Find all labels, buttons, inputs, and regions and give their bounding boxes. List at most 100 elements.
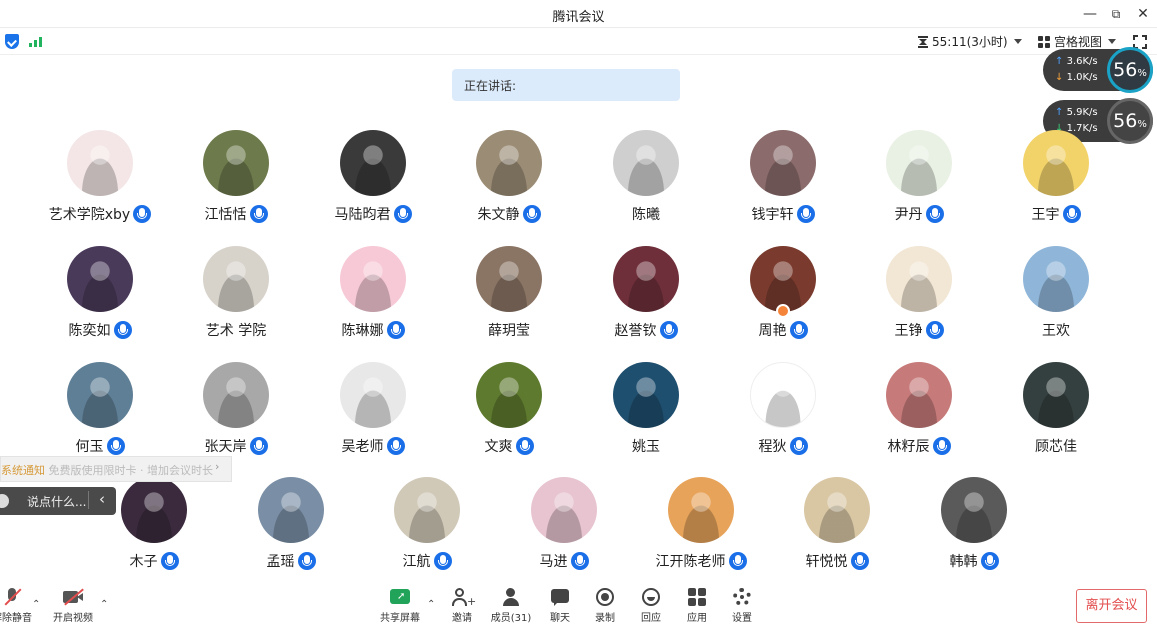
participant-tile[interactable]: 陈曦	[576, 130, 716, 240]
avatar[interactable]	[67, 362, 133, 428]
avatar[interactable]	[531, 477, 597, 543]
participant-tile[interactable]: 陈琳娜	[303, 246, 443, 356]
avatar[interactable]	[750, 246, 816, 312]
avatar[interactable]	[750, 362, 816, 428]
avatar[interactable]	[476, 130, 542, 196]
close-button[interactable]: ✕	[1132, 4, 1154, 24]
avatar[interactable]	[67, 246, 133, 312]
notice-text: 免费版使用限时卡 · 增加会议时长	[48, 464, 214, 477]
chevron-right-icon[interactable]: ›	[215, 460, 219, 473]
participant-tile[interactable]: 江航	[357, 477, 497, 587]
participant-tile[interactable]: 文爽	[439, 362, 579, 472]
timer-text: 55:11(3小时)	[932, 35, 1008, 49]
avatar[interactable]	[340, 246, 406, 312]
avatar[interactable]	[613, 246, 679, 312]
avatar[interactable]	[1023, 246, 1089, 312]
chat-placeholder[interactable]: 说点什么...	[27, 493, 86, 510]
leave-meeting-button[interactable]: 离开会议	[1076, 589, 1147, 623]
participant-name-row: 陈奕如	[30, 320, 170, 340]
avatar[interactable]	[340, 362, 406, 428]
avatar[interactable]	[340, 130, 406, 196]
start-video-button[interactable]: 开启视频	[48, 587, 98, 624]
avatar[interactable]	[941, 477, 1007, 543]
settings-button[interactable]: 设置	[717, 587, 767, 624]
record-label: 录制	[595, 613, 615, 624]
participant-tile[interactable]: 艺术 学院	[166, 246, 306, 356]
chevron-up-icon[interactable]: ⌃	[100, 599, 108, 610]
avatar[interactable]	[67, 130, 133, 196]
participant-tile[interactable]: 姚玉	[576, 362, 716, 472]
view-switch-button[interactable]: 宫格视图	[1038, 33, 1117, 50]
share-screen-button[interactable]: ➚ 共享屏幕	[375, 587, 425, 624]
participant-tile[interactable]: 赵誉钦	[576, 246, 716, 356]
mic-icon	[249, 205, 268, 223]
avatar[interactable]	[1023, 362, 1089, 428]
participant-tile[interactable]: 程狄	[713, 362, 853, 472]
participant-tile[interactable]: 薛玥莹	[439, 246, 579, 356]
avatar[interactable]	[394, 477, 460, 543]
members-button[interactable]: 成员(31)	[486, 587, 536, 624]
avatar[interactable]	[476, 362, 542, 428]
reaction-button[interactable]: 回应	[626, 587, 676, 624]
avatar[interactable]	[886, 130, 952, 196]
participant-tile[interactable]: 马进	[494, 477, 634, 587]
participant-tile[interactable]: 轩悦悦	[767, 477, 907, 587]
invite-button[interactable]: + 邀请	[437, 587, 487, 624]
restore-button[interactable]: ⧉	[1105, 4, 1127, 24]
collapse-chat-icon[interactable]: ‹	[99, 490, 105, 508]
participant-tile[interactable]: 吴老师	[303, 362, 443, 472]
chat-button[interactable]: 聊天	[535, 587, 585, 624]
participant-name-row: 轩悦悦	[767, 551, 907, 571]
avatar[interactable]	[886, 362, 952, 428]
avatar[interactable]	[203, 130, 269, 196]
meeting-timer[interactable]: 55:11(3小时)	[918, 33, 1022, 50]
participant-tile[interactable]: 钱宇轩	[713, 130, 853, 240]
avatar[interactable]	[750, 130, 816, 196]
avatar[interactable]	[613, 130, 679, 196]
reaction-label: 回应	[641, 613, 661, 624]
participant-tile[interactable]: 江开陈老师	[631, 477, 771, 587]
participant-tile[interactable]: 艺术学院xby	[30, 130, 170, 240]
record-button[interactable]: 录制	[580, 587, 630, 624]
smiley-icon	[641, 587, 661, 607]
participant-tile[interactable]: 林籽辰	[849, 362, 989, 472]
signal-strength-icon[interactable]	[29, 35, 42, 47]
avatar[interactable]	[886, 246, 952, 312]
avatar[interactable]	[476, 246, 542, 312]
participant-tile[interactable]: 陈奕如	[30, 246, 170, 356]
participant-tile[interactable]: 马陆昀君	[303, 130, 443, 240]
notice-title: 系统通知	[1, 464, 45, 477]
participant-name: 木子	[129, 554, 158, 570]
network-monitor-widget[interactable]: ↑ 3.6K/s ↓ 1.0K/s 56%	[1043, 47, 1153, 93]
avatar[interactable]	[258, 477, 324, 543]
participant-name: 姚玉	[632, 439, 660, 455]
participant-tile[interactable]: 顾芯佳	[986, 362, 1126, 472]
chevron-up-icon[interactable]: ⌃	[427, 599, 435, 610]
avatar[interactable]	[668, 477, 734, 543]
participant-tile[interactable]: 王宇	[986, 130, 1126, 240]
emoji-icon[interactable]	[0, 494, 9, 508]
system-notice-bar[interactable]: 系统通知 免费版使用限时卡 · 增加会议时长 ›	[0, 456, 232, 482]
avatar[interactable]	[121, 477, 187, 543]
avatar[interactable]	[613, 362, 679, 428]
participant-tile[interactable]: 江恬恬	[166, 130, 306, 240]
avatar[interactable]	[203, 362, 269, 428]
participant-tile[interactable]: 孟瑶	[221, 477, 361, 587]
participant-tile[interactable]: 王铮	[849, 246, 989, 356]
participant-tile[interactable]: 朱文静	[439, 130, 579, 240]
chevron-up-icon[interactable]: ⌃	[32, 599, 40, 610]
participant-name-row: 吴老师	[303, 436, 443, 456]
participant-tile[interactable]: 周艳	[713, 246, 853, 356]
security-shield-icon[interactable]	[5, 34, 19, 49]
participant-name-row: 姚玉	[576, 436, 716, 456]
quick-chat-input[interactable]: 说点什么... ‹	[0, 487, 116, 515]
participant-name-row: 江开陈老师	[631, 551, 771, 571]
participant-tile[interactable]: 尹丹	[849, 130, 989, 240]
minimize-button[interactable]: —	[1079, 4, 1101, 24]
participant-tile[interactable]: 韩韩	[904, 477, 1044, 587]
avatar[interactable]	[1023, 130, 1089, 196]
avatar[interactable]	[804, 477, 870, 543]
apps-button[interactable]: 应用	[672, 587, 722, 624]
participant-tile[interactable]: 王欢	[986, 246, 1126, 356]
avatar[interactable]	[203, 246, 269, 312]
